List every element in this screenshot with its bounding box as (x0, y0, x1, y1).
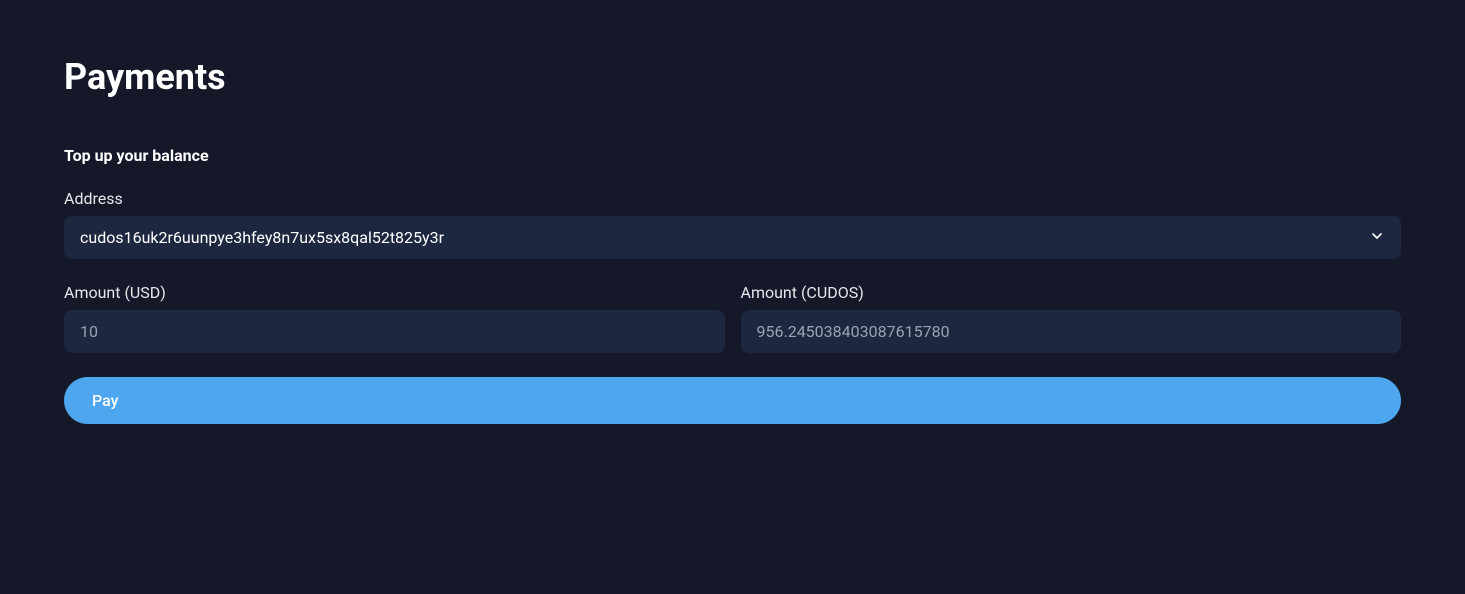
pay-button[interactable]: Pay (64, 377, 1401, 424)
amount-cudos-input[interactable] (741, 310, 1402, 353)
address-field-group: Address cudos16uk2r6uunpye3hfey8n7ux5sx8… (64, 189, 1401, 259)
topup-section: Top up your balance Address cudos16uk2r6… (64, 146, 1401, 424)
section-title: Top up your balance (64, 146, 1401, 165)
amount-usd-col: Amount (USD) (64, 283, 725, 353)
amount-row: Amount (USD) Amount (CUDOS) (64, 283, 1401, 353)
amount-cudos-label: Amount (CUDOS) (741, 283, 1402, 302)
address-select[interactable]: cudos16uk2r6uunpye3hfey8n7ux5sx8qal52t82… (64, 216, 1401, 259)
amount-usd-label: Amount (USD) (64, 283, 725, 302)
address-select-wrapper: cudos16uk2r6uunpye3hfey8n7ux5sx8qal52t82… (64, 216, 1401, 259)
page-title: Payments (64, 56, 1401, 98)
address-label: Address (64, 189, 1401, 208)
amount-usd-input[interactable] (64, 310, 725, 353)
amount-cudos-col: Amount (CUDOS) (741, 283, 1402, 353)
